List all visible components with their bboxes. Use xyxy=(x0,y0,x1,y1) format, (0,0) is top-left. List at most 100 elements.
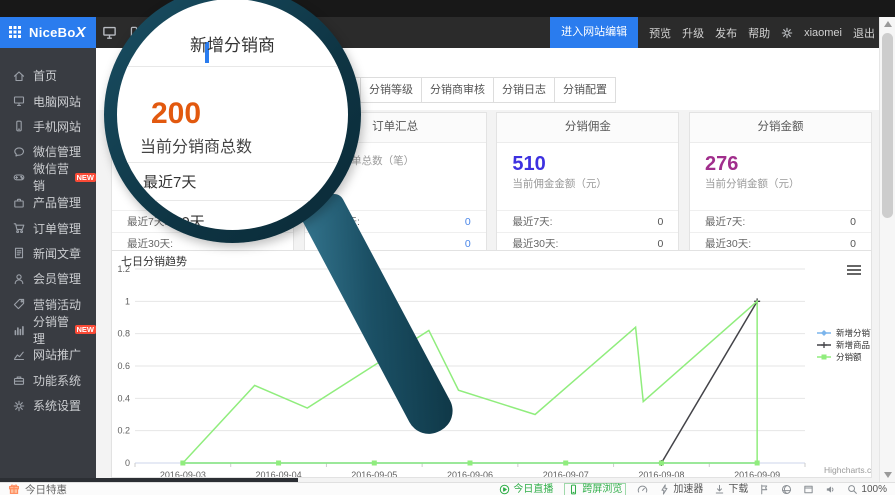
nav-menu-item[interactable]: 升级 xyxy=(682,25,704,41)
legend-item[interactable]: 分销额 xyxy=(817,352,862,362)
stat-card-2: 分销佣金510当前佣金金额（元）最近7天:0最近30天:0 xyxy=(496,112,679,255)
zoom-icon xyxy=(847,484,858,495)
browser-icon xyxy=(781,484,792,495)
phone-icon xyxy=(568,484,579,495)
statusbar-item-跨屏浏览[interactable]: 跨屏浏览 xyxy=(564,483,626,495)
sidebar-item-label: 系统设置 xyxy=(33,397,81,414)
vertical-scrollbar[interactable] xyxy=(879,17,895,482)
tab-0[interactable]: 分销产品 xyxy=(299,77,361,103)
sidebar-item-6[interactable]: 订单管理 xyxy=(0,215,96,240)
svg-text:2016-09-08: 2016-09-08 xyxy=(638,470,684,477)
statusbar-item-browser-icon[interactable] xyxy=(781,484,792,495)
card-caption: 当前分销商总数 xyxy=(127,176,293,191)
svg-text:2016-09-04: 2016-09-04 xyxy=(256,470,302,477)
tab-2[interactable]: 分销商审核 xyxy=(421,77,494,103)
sidebar-item-10[interactable]: 分销管理NEW xyxy=(0,317,96,342)
document-icon xyxy=(13,247,25,259)
trend-icon xyxy=(13,349,25,361)
enter-site-edit-button[interactable]: 进入网站编辑 xyxy=(550,17,638,48)
card-row: 最近7天: xyxy=(112,210,293,232)
card-caption: 当前分销金额（元） xyxy=(705,176,871,191)
scroll-down-arrow[interactable] xyxy=(884,472,892,478)
statusbar-item-100%[interactable]: 100% xyxy=(847,484,887,495)
trend-icon xyxy=(13,349,25,361)
desktop-preview-icon[interactable] xyxy=(102,25,117,40)
card-row: 最近7天:0 xyxy=(497,210,678,232)
statusbar-item-今日直播[interactable]: 今日直播 xyxy=(499,484,553,495)
sidebar-item-label: 手机网站 xyxy=(33,118,81,135)
svg-text:新增分销商: 新增分销商 xyxy=(836,328,871,338)
todays-deal[interactable]: 今日特惠 xyxy=(8,482,67,495)
status-bar-tools: 今日直播 跨屏浏览 加速器下载 100% xyxy=(499,483,887,495)
desktop-icon xyxy=(13,95,25,107)
sidebar-item-8[interactable]: 会员管理 xyxy=(0,266,96,291)
sidebar-item-label: 新闻文章 xyxy=(33,245,81,262)
todays-deal-label: 今日特惠 xyxy=(25,482,67,495)
statusbar-item-speaker-icon[interactable] xyxy=(825,484,836,495)
svg-text:2016-09-03: 2016-09-03 xyxy=(160,470,206,477)
stat-card-1: 订单汇总当前订单总数（笔）最近7天:0最近30天:0 xyxy=(304,112,487,255)
sidebar-item-1[interactable]: 电脑网站 xyxy=(0,88,96,113)
apps-grid-icon[interactable] xyxy=(9,26,22,39)
device-preview-icons xyxy=(102,17,141,48)
sidebar: 首页电脑网站手机网站微信管理微信营销NEW产品管理订单管理新闻文章会员管理营销活… xyxy=(0,48,96,482)
sidebar-item-13[interactable]: 系统设置 xyxy=(0,393,96,418)
settings-gear-icon[interactable] xyxy=(781,27,793,39)
mobile-icon xyxy=(13,120,25,132)
card-row-label: 最近30天: xyxy=(705,236,751,251)
tab-4[interactable]: 分销配置 xyxy=(554,77,616,103)
flag-icon xyxy=(759,484,770,495)
sidebar-item-12[interactable]: 功能系统 xyxy=(0,368,96,393)
new-badge: NEW xyxy=(75,173,97,182)
nav-menu-item[interactable]: 帮助 xyxy=(748,25,770,41)
tab-1[interactable]: 分销等级 xyxy=(360,77,422,103)
statusbar-item-flag-icon[interactable] xyxy=(759,484,770,495)
svg-text:0.2: 0.2 xyxy=(117,426,130,436)
statusbar-item-gauge-icon[interactable] xyxy=(637,484,648,495)
mobile-icon xyxy=(13,120,25,132)
mobile-preview-icon[interactable] xyxy=(127,26,141,40)
card-value: 276 xyxy=(705,153,871,175)
card-row-label: 最近7天: xyxy=(512,214,552,229)
sidebar-item-2[interactable]: 手机网站 xyxy=(0,114,96,139)
logout-link[interactable]: 退出 xyxy=(853,25,875,41)
play-icon xyxy=(499,484,510,495)
chart-menu-button[interactable] xyxy=(847,265,861,275)
legend-item[interactable]: 新增商品 xyxy=(817,340,870,350)
gear-icon xyxy=(13,400,25,412)
briefcase-icon xyxy=(13,197,25,209)
sidebar-item-0[interactable]: 首页 xyxy=(0,63,96,88)
tab-3[interactable]: 分销日志 xyxy=(493,77,555,103)
scrollbar-thumb[interactable] xyxy=(882,33,893,218)
statusbar-item-加速器[interactable]: 加速器 xyxy=(659,484,703,495)
logo[interactable]: NiceBoX xyxy=(0,17,96,48)
sidebar-item-4[interactable]: 微信营销NEW xyxy=(0,165,96,190)
stat-card-3: 分销金额276当前分销金额（元）最近7天:0最近30天:0 xyxy=(689,112,872,255)
gauge-icon xyxy=(637,484,648,495)
statusbar-item-下载[interactable]: 下载 xyxy=(714,484,748,495)
statusbar-item-window-icon[interactable] xyxy=(803,484,814,495)
scroll-up-arrow[interactable] xyxy=(884,21,892,27)
nav-menu-item[interactable]: 发布 xyxy=(715,25,737,41)
svg-text:0: 0 xyxy=(125,458,130,468)
browser-icon xyxy=(781,484,792,495)
trend-chart-panel: 七日分销趋势00.20.40.60.811.22016-09-032016-09… xyxy=(111,250,872,478)
statusbar-item-label: 跨屏浏览 xyxy=(582,484,622,495)
sidebar-item-7[interactable]: 新闻文章 xyxy=(0,241,96,266)
home-icon xyxy=(13,70,25,82)
legend-item[interactable]: 新增分销商 xyxy=(817,328,871,338)
card-row-value: 0 xyxy=(657,238,663,250)
card-title: 分销佣金 xyxy=(497,113,678,143)
lightning-icon xyxy=(659,484,670,495)
sidebar-item-11[interactable]: 网站推广 xyxy=(0,342,96,367)
username[interactable]: xiaomei xyxy=(804,27,842,39)
svg-text:2016-09-07: 2016-09-07 xyxy=(543,470,589,477)
tab-bar: 分销产品分销等级分销商审核分销日志分销配置 xyxy=(300,77,616,103)
sidebar-item-5[interactable]: 产品管理 xyxy=(0,190,96,215)
statusbar-item-label: 100% xyxy=(861,484,887,495)
nav-menu-item[interactable]: 预览 xyxy=(649,25,671,41)
gift-icon xyxy=(8,483,20,495)
wechat-icon xyxy=(13,146,25,158)
download-icon xyxy=(714,484,725,495)
cart-icon xyxy=(13,222,25,234)
